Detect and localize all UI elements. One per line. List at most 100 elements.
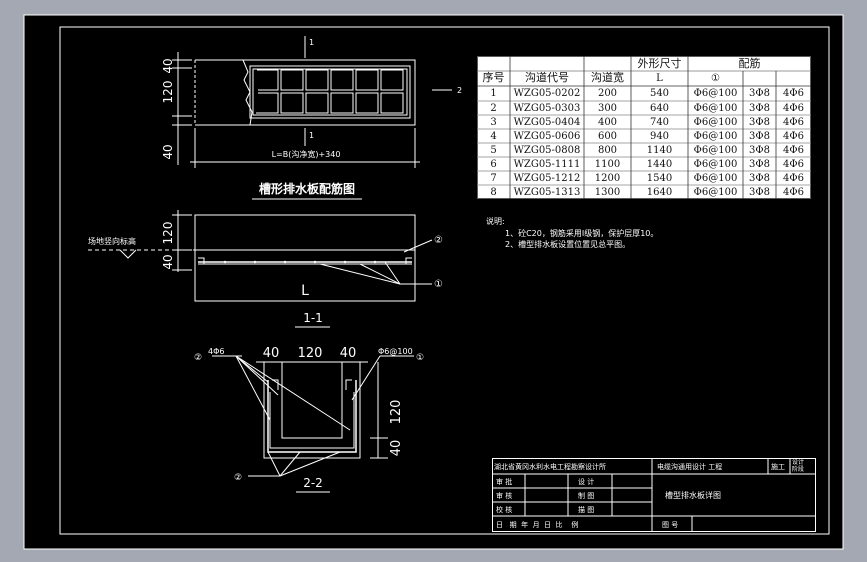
table-cell: WZG05-0303 <box>513 103 581 114</box>
table-cell: 3 <box>490 117 497 128</box>
note-item-2: 2、槽型排水板设置位置见总平图。 <box>505 239 630 249</box>
row-label-review: 审 核 <box>496 492 513 500</box>
table-cell: 4 <box>490 131 497 142</box>
table-cell: Φ6@100 <box>693 131 738 142</box>
section1-dim-120: 120 <box>161 222 175 245</box>
table-cell: 740 <box>649 117 670 128</box>
section2-stirrup-label: Φ6@100 <box>378 347 413 356</box>
date-scale-row: 日 期 年 月 日 比 例 <box>496 521 579 529</box>
plan-section-marker-bottom: 1 <box>309 131 314 140</box>
table-cell: WZG05-0404 <box>513 117 581 128</box>
section1-callout-1: ① <box>434 279 443 290</box>
table-cell: 800 <box>597 145 618 156</box>
plan-dim-top: 40 <box>161 58 175 73</box>
table-cell: 7 <box>490 173 497 184</box>
table-cell: 4Φ6 <box>783 145 804 156</box>
plan-section-marker-top: 1 <box>309 38 314 47</box>
section2-rebar-label: 4Φ6 <box>208 347 224 356</box>
table-cell: 3Φ8 <box>749 187 770 198</box>
table-cell: WZG05-1111 <box>513 159 581 170</box>
table-cell: Φ6@100 <box>693 187 738 198</box>
table-cell: WZG05-0606 <box>513 131 581 142</box>
table-cell: 200 <box>597 88 618 99</box>
header-rebar: 配筋 <box>738 57 761 70</box>
table-cell: 600 <box>597 131 618 142</box>
table-cell: Φ6@100 <box>693 88 738 99</box>
rebar-schedule-table: 外形尺寸 配筋 序号 沟道代号 沟道宽 L ① 1 WZG05-0202 200 54… <box>477 56 811 199</box>
plan-dim-bottom: 40 <box>161 144 175 159</box>
institute-name: 湖北省黄冈水利水电工程勘察设计所 <box>494 463 606 471</box>
design-stage: 施工 <box>771 463 785 471</box>
table-cell: 3Φ8 <box>749 88 770 99</box>
table-cell: 3Φ8 <box>749 159 770 170</box>
table-cell: WZG05-0808 <box>513 145 581 156</box>
table-cell: 4Φ6 <box>783 103 804 114</box>
row-label-approve: 审 批 <box>496 478 513 486</box>
table-cell: Φ6@100 <box>693 145 738 156</box>
header-outer: 外形尺寸 <box>637 57 682 70</box>
table-cell: 6 <box>490 159 497 170</box>
table-cell: WZG05-1212 <box>513 173 581 184</box>
table-cell: 940 <box>649 131 670 142</box>
plan-section-side-marker: 2 <box>457 86 462 95</box>
section2-dim-top-middle: 120 <box>298 346 323 361</box>
table-cell: 1100 <box>594 159 621 170</box>
notes-heading: 说明: <box>486 216 505 226</box>
note-item-1: 1、砼C20，钢筋采用I级钢，保护层厚10。 <box>505 228 658 238</box>
row-label-design: 设 计 <box>578 478 595 486</box>
table-cell: Φ6@100 <box>693 117 738 128</box>
header-seq: 序号 <box>482 71 505 84</box>
table-cell: 5 <box>490 145 497 156</box>
table-cell: 1140 <box>646 145 673 156</box>
table-text-layer: 外形尺寸 配筋 序号 沟道代号 沟道宽 L ① 1 WZG05-0202 200 54… <box>477 56 811 199</box>
section2-dim-top-right: 40 <box>340 346 357 361</box>
drawing-name: 槽型排水板详图 <box>665 491 721 500</box>
table-cell: 4Φ6 <box>783 88 804 99</box>
table-cell: 2 <box>490 103 497 114</box>
header-rebar-sub1: ① <box>711 73 720 84</box>
section2-callout-2-left: ② <box>194 353 202 363</box>
table-cell: 1540 <box>646 173 673 184</box>
table-cell: 3Φ8 <box>749 173 770 184</box>
table-cell: 8 <box>490 187 497 198</box>
table-cell: WZG05-1313 <box>513 187 581 198</box>
table-cell: 4Φ6 <box>783 159 804 170</box>
drawing-number-label: 图 号 <box>662 521 679 529</box>
section2-callout-1-right: ① <box>416 353 424 363</box>
section-1-1-title: 1-1 <box>303 311 323 325</box>
row-label-check: 校 核 <box>496 506 513 514</box>
header-outer-sub: L <box>656 73 663 84</box>
table-cell: 4Φ6 <box>783 131 804 142</box>
project-name: 电缆沟通用设计 工程 <box>657 463 723 471</box>
table-cell: 1200 <box>594 173 621 184</box>
table-cell: 3Φ8 <box>749 145 770 156</box>
plan-title: 槽形排水板配筋图 <box>259 181 355 196</box>
section1-callout-2: ② <box>434 235 443 246</box>
table-cell: 640 <box>649 103 670 114</box>
table-cell: 4Φ6 <box>783 117 804 128</box>
section2-dim-top-left: 40 <box>263 346 280 361</box>
section1-dim-40: 40 <box>161 254 175 269</box>
title-block: 湖北省黄冈水利水电工程勘察设计所 电缆沟通用设计 工程 施工 设计 阶段 审 批… <box>492 458 816 532</box>
table-cell: 3Φ8 <box>749 117 770 128</box>
row-label-draw: 制 图 <box>578 492 595 500</box>
header-code: 沟道代号 <box>525 71 569 84</box>
table-cell: 3Φ8 <box>749 103 770 114</box>
section2-dim-right-40: 40 <box>389 440 404 457</box>
table-cell: 4Φ6 <box>783 187 804 198</box>
row-label-trace: 描 图 <box>578 506 595 514</box>
section2-dim-right-120: 120 <box>389 400 404 425</box>
table-cell: WZG05-0202 <box>513 88 581 99</box>
table-cell: 1640 <box>646 187 673 198</box>
plan-dim-middle: 120 <box>161 81 175 104</box>
table-cell: 4Φ6 <box>783 173 804 184</box>
table-cell: 300 <box>597 103 618 114</box>
table-cell: 540 <box>649 88 670 99</box>
table-cell: Φ6@100 <box>693 173 738 184</box>
ground-elevation-label: 场地竖向标高 <box>88 236 136 246</box>
table-cell: 3Φ8 <box>749 131 770 142</box>
title-block-text: 湖北省黄冈水利水电工程勘察设计所 电缆沟通用设计 工程 施工 设计 阶段 审 批… <box>492 458 816 532</box>
table-cell: 400 <box>597 117 618 128</box>
section-2-2-title: 2-2 <box>303 476 323 490</box>
design-stage-label: 设计 阶段 <box>792 459 805 473</box>
